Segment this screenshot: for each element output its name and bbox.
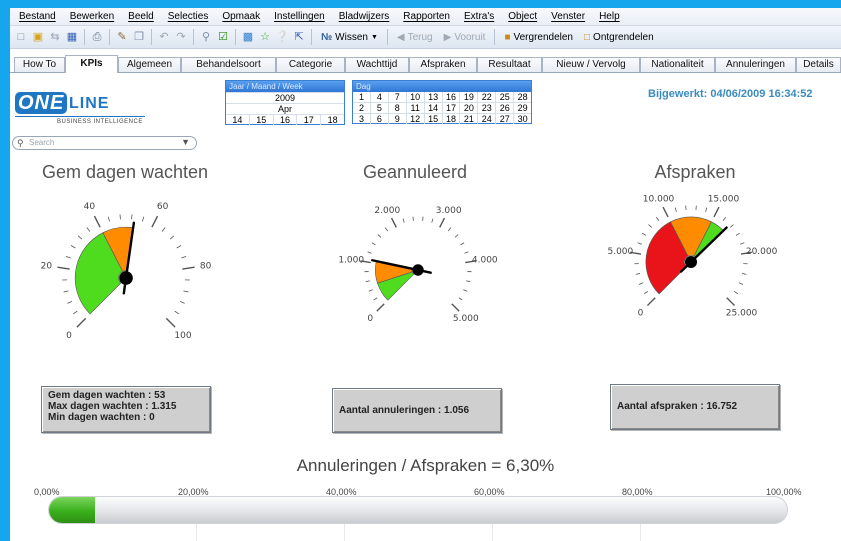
gauge-minor-tick (181, 255, 187, 259)
gauge-major-tick (57, 266, 70, 270)
gauge-tick-label: 0 (66, 331, 72, 341)
info-afspraken: Aantal afspraken : 16.752 (610, 384, 780, 430)
gauge-minor-tick (107, 216, 110, 222)
info-aantal-afspraken: Aantal afspraken : 16.752 (617, 401, 738, 412)
gauge-minor-tick (86, 227, 91, 232)
gauge-minor-tick (72, 310, 78, 315)
info-aantal-annuleringen: Aantal annuleringen : 1.056 (339, 405, 470, 416)
gauge-tick-label: 80 (200, 261, 212, 271)
gauge-tick-label: 100 (174, 331, 191, 341)
gauge-minor-tick (65, 255, 71, 259)
gauge-minor-tick (161, 227, 166, 232)
info-gem-wachten: Gem dagen wachten : 53 (48, 390, 166, 401)
gauge-minor-tick (142, 216, 145, 222)
gauge-minor-tick (174, 310, 180, 315)
gauge-minor-tick (183, 290, 189, 293)
gauge-hub (119, 271, 133, 285)
info-wachten: Gem dagen wachten : 53 Max dagen wachten… (41, 386, 211, 433)
gauge-minor-tick (169, 235, 175, 240)
gauge-major-tick (93, 215, 101, 228)
gauge-major-tick (182, 266, 195, 270)
gauge-minor-tick (70, 245, 76, 249)
gauge-tick-label: 20 (41, 261, 53, 271)
gauge-tick-label: 40 (84, 202, 96, 212)
gauge-minor-tick (63, 290, 69, 293)
gauge-minor-tick (67, 301, 73, 304)
tab-kpis[interactable]: KPIs (65, 55, 118, 73)
gauge-major-tick (151, 215, 159, 228)
gauge-major-tick (165, 317, 176, 328)
info-max-wachten: Max dagen wachten : 1.315 (48, 401, 177, 412)
app-window: Bestand Bewerken Beeld Selecties Opmaak … (10, 8, 841, 541)
info-annuleringen: Aantal annuleringen : 1.056 (332, 388, 502, 433)
gauge-minor-tick (77, 235, 83, 240)
info-min-wachten: Min dagen wachten : 0 (48, 412, 155, 423)
ratio-progress-fill (49, 497, 96, 523)
scale-label: 0,00% (34, 487, 60, 497)
gauge-major-tick (76, 317, 87, 328)
gauge-minor-tick (179, 301, 185, 304)
ratio-progress-bar (48, 496, 788, 524)
gauge-tick-label: 60 (157, 202, 169, 212)
ratio-title: Annuleringen / Afspraken = 6,30% (296, 456, 555, 475)
gauge-minor-tick (176, 245, 182, 249)
